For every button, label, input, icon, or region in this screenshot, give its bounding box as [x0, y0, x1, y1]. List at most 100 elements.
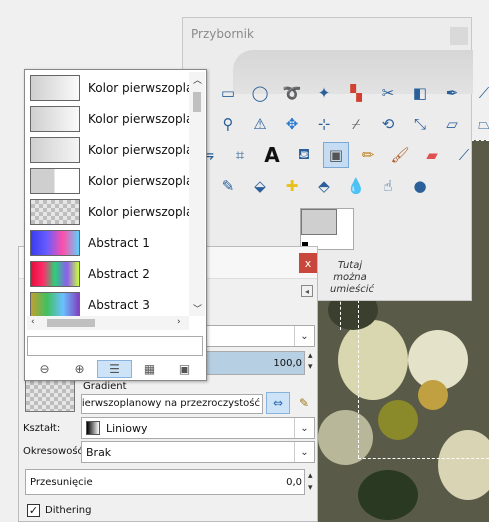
- reverse-gradient-button[interactable]: ⇔: [266, 392, 290, 414]
- gradient-swatch: [30, 291, 80, 316]
- grid-view-icon[interactable]: ▦: [132, 360, 167, 378]
- gradient-list-item[interactable]: Kolor pierwszoplanowy na tło (RGB): [27, 72, 190, 103]
- fuzzy-select-icon[interactable]: ✦: [311, 80, 337, 106]
- gradient-swatch: [30, 74, 80, 101]
- cage-icon[interactable]: ⌗: [227, 142, 253, 168]
- rotate-icon[interactable]: ⟲: [375, 111, 401, 137]
- blur-icon[interactable]: 💧: [343, 173, 369, 199]
- gradient-list-item[interactable]: Abstract 2: [27, 258, 190, 289]
- shape-combo[interactable]: Liniowy ⌄: [81, 417, 315, 439]
- toolbox-close-button[interactable]: [450, 27, 468, 45]
- scroll-down-icon[interactable]: ﹀: [193, 302, 202, 315]
- move-icon[interactable]: ✥: [279, 111, 305, 137]
- gradient-list-item[interactable]: Abstract 1: [27, 227, 190, 258]
- paths-icon[interactable]: ✒: [439, 80, 465, 106]
- repeat-label: Okresowość:: [23, 446, 87, 457]
- horizontal-scrollbar[interactable]: ‹ ›: [27, 316, 189, 330]
- measure-icon[interactable]: ⚠: [247, 111, 273, 137]
- offset-spin-down-icon[interactable]: ▾: [308, 483, 313, 493]
- ellipse-select-icon[interactable]: ◯: [247, 80, 273, 106]
- dodge-burn-icon[interactable]: ●: [407, 173, 433, 199]
- dock-hint: Tutaj można umieścić: [330, 260, 374, 295]
- gradient-list-item[interactable]: Kolor pierwszoplanowy na przezroczystość: [27, 196, 190, 227]
- airbrush-icon[interactable]: ⟋: [451, 142, 477, 168]
- dithering-checkbox[interactable]: ✓: [27, 504, 40, 517]
- bucket-fill-icon[interactable]: ⛾: [291, 142, 317, 168]
- gradient-preview-button[interactable]: [25, 380, 75, 412]
- gradient-filter-input[interactable]: [27, 336, 203, 356]
- gradient-label: Gradient: [83, 381, 127, 392]
- gradient-name-field[interactable]: Kolor pierwszoplanowy na przezroczystość: [81, 394, 263, 414]
- smudge-icon[interactable]: ☝: [375, 173, 401, 199]
- gradient-name: Kolor pierwszoplanowy na tło (RGB): [88, 80, 190, 95]
- color-area[interactable]: [300, 208, 354, 250]
- gradient-swatch: [30, 105, 80, 132]
- lasso-icon[interactable]: ➰: [279, 80, 305, 106]
- clone-icon[interactable]: ⬙: [247, 173, 273, 199]
- mode-combo[interactable]: ⌄: [205, 325, 315, 347]
- opacity-spin-down-icon[interactable]: ▾: [308, 362, 313, 372]
- gradient-list-item[interactable]: Kolor pierwszoplanowy na tło (HSV): [27, 103, 190, 134]
- linear-shape-icon: [86, 421, 100, 435]
- chevron-down-icon: ⌄: [294, 418, 314, 438]
- tool-options-close-button[interactable]: x: [299, 253, 317, 273]
- gradient-name: Abstract 2: [88, 266, 150, 281]
- gradient-popup: Kolor pierwszoplanowy na tło (RGB) Kolor …: [24, 69, 207, 381]
- gradient-name: Abstract 3: [88, 297, 150, 312]
- gradient-list-item[interactable]: Abstract 3: [27, 289, 190, 316]
- gradient-swatch: [30, 167, 80, 194]
- ink-icon[interactable]: ✎: [215, 173, 241, 199]
- opacity-slider[interactable]: 100,0: [205, 351, 305, 375]
- shape-value: Liniowy: [106, 421, 148, 435]
- gradient-name: Kolor pierwszoplanowy na tło (twardy): [88, 142, 190, 157]
- offset-spin-up-icon[interactable]: ▴: [308, 471, 313, 481]
- gradient-list-item[interactable]: Kolor pierwszoplanowy na tło (twardy): [27, 134, 190, 165]
- opacity-value: 100,0: [273, 357, 302, 369]
- foreground-select-icon[interactable]: ◧: [407, 80, 433, 106]
- text-icon[interactable]: A: [259, 142, 285, 168]
- shear-icon[interactable]: ▱: [439, 111, 465, 137]
- list-view-icon[interactable]: ☰: [97, 360, 132, 378]
- repeat-combo[interactable]: Brak ⌄: [81, 441, 315, 463]
- zoom-out-icon[interactable]: ⊖: [27, 360, 62, 378]
- edit-gradients-icon[interactable]: ▣: [167, 360, 202, 378]
- scale-icon[interactable]: ⤡: [407, 111, 433, 137]
- eraser-icon[interactable]: ▰: [419, 142, 445, 168]
- popup-toolbar: ⊖ ⊕ ☰ ▦ ▣: [27, 360, 203, 378]
- pin-icon[interactable]: ◂: [301, 285, 313, 297]
- foreground-color-swatch[interactable]: [301, 209, 337, 235]
- toolbox-title: Przybornik: [191, 27, 254, 41]
- gradient-list-item[interactable]: Kolor pierwszoplanowy na tło (ostre): [27, 165, 190, 196]
- perspective-icon[interactable]: ⏢: [471, 111, 489, 137]
- color-picker-icon[interactable]: ⟋: [471, 80, 489, 106]
- scroll-up-icon[interactable]: ︿: [193, 73, 202, 86]
- vertical-scrollbar[interactable]: ︿ ﹀: [189, 72, 205, 316]
- gradient-name: Abstract 1: [88, 235, 150, 250]
- zoom-icon[interactable]: ⚲: [215, 111, 241, 137]
- zoom-in-icon[interactable]: ⊕: [62, 360, 97, 378]
- hscrollbar-thumb[interactable]: [47, 319, 95, 327]
- scrollbar-thumb[interactable]: [193, 92, 201, 112]
- offset-slider[interactable]: Przesunięcie 0,0: [25, 469, 305, 495]
- scroll-right-icon[interactable]: ›: [177, 317, 181, 327]
- gradient-name: Kolor pierwszoplanowy na tło (HSV): [88, 111, 190, 126]
- gradient-list[interactable]: Kolor pierwszoplanowy na tło (RGB) Kolor …: [27, 72, 190, 316]
- rect-select-icon[interactable]: ▭: [215, 80, 241, 106]
- align-icon[interactable]: ⊹: [311, 111, 337, 137]
- color-select-icon[interactable]: ▚: [343, 80, 369, 106]
- scissors-icon[interactable]: ✂: [375, 80, 401, 106]
- blend-icon[interactable]: ▣: [323, 142, 349, 168]
- gradient-name: Kolor pierwszoplanowy na przezroczystość: [88, 204, 190, 219]
- opacity-spin-up-icon[interactable]: ▴: [308, 351, 313, 361]
- perspective-clone-icon[interactable]: ⬘: [311, 173, 337, 199]
- gradient-swatch: [30, 198, 80, 225]
- edit-gradient-icon[interactable]: ✎: [295, 394, 313, 412]
- gradient-swatch: [30, 260, 80, 287]
- gradient-name: Kolor pierwszoplanowy na tło (ostre): [88, 173, 190, 188]
- crop-icon[interactable]: ⌿: [343, 111, 369, 137]
- paintbrush-icon[interactable]: 🖌: [387, 142, 413, 168]
- pencil-icon[interactable]: ✏: [355, 142, 381, 168]
- scroll-left-icon[interactable]: ‹: [31, 317, 35, 327]
- dithering-label: Dithering: [45, 505, 92, 516]
- heal-icon[interactable]: ✚: [279, 173, 305, 199]
